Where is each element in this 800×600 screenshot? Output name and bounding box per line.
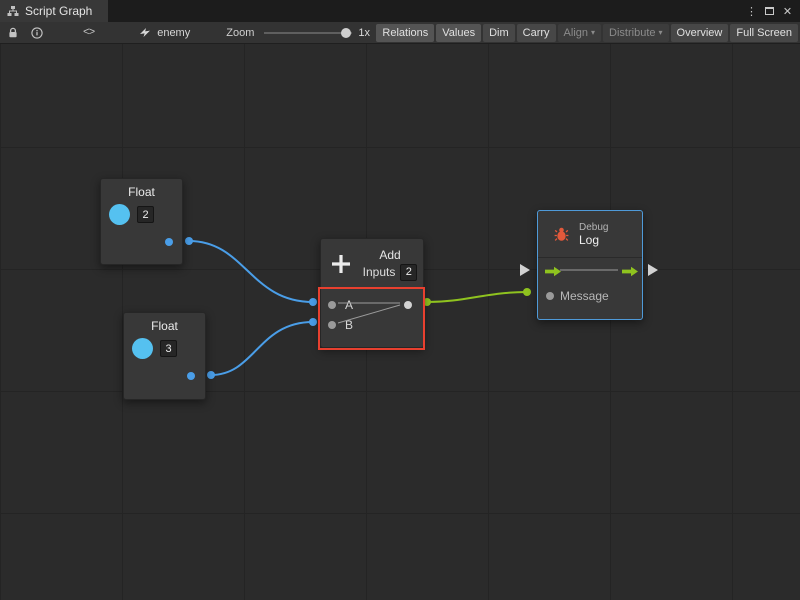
debug-node-header: Debug Log: [538, 211, 642, 257]
toolbar-buttons: Relations Values Dim Carry Align ▾ Distr…: [376, 24, 800, 42]
lock-icon: [7, 27, 19, 39]
inputs-count-field[interactable]: 2: [400, 264, 417, 281]
graph-breadcrumb[interactable]: enemy: [139, 27, 190, 39]
add-node-text: Add Inputs 2: [361, 248, 419, 281]
graph-name: enemy: [157, 27, 190, 39]
tab-script-graph[interactable]: Script Graph: [0, 0, 108, 22]
message-input-port[interactable]: [546, 292, 554, 300]
close-button[interactable]: ✕: [780, 3, 795, 19]
wire-endpoint: [523, 288, 531, 296]
script-graph-icon: [7, 5, 19, 17]
wire-float2-to-add-b[interactable]: [211, 322, 313, 375]
wire-endpoint: [185, 237, 193, 245]
wire-endpoint: [309, 318, 317, 326]
node-title: Float: [124, 313, 205, 333]
node-add[interactable]: Add Inputs 2 A B: [320, 238, 424, 348]
values-button[interactable]: Values: [436, 24, 481, 42]
input-port-a[interactable]: [328, 301, 336, 309]
flow-out-triangle-icon: [648, 264, 658, 276]
wire-endpoint: [207, 371, 215, 379]
debug-node-titles: Debug Log: [579, 222, 608, 247]
node-title: Log: [579, 233, 608, 247]
wire-endpoint: [423, 298, 431, 306]
zoom-slider-handle[interactable]: [341, 28, 351, 38]
node-category: Debug: [579, 222, 608, 233]
flow-in-triangle-icon: [520, 264, 530, 276]
zoom-slider-track[interactable]: [264, 32, 352, 34]
node-title: Float: [101, 179, 182, 199]
relations-button[interactable]: Relations: [376, 24, 434, 42]
dropdown-caret-icon: ▾: [591, 29, 595, 37]
port-b-label: B: [345, 318, 353, 332]
graph-asset-icon: [139, 27, 152, 39]
window-controls: ⋮ ✕: [744, 0, 800, 22]
float-type-icon: [132, 338, 153, 359]
node-debug-log[interactable]: Debug Log Message: [537, 210, 643, 320]
carry-button[interactable]: Carry: [517, 24, 556, 42]
float-literal-row: 3: [124, 333, 205, 359]
output-port[interactable]: [187, 372, 195, 380]
info-icon: [31, 27, 43, 39]
port-row-b: B: [321, 315, 423, 335]
dim-button[interactable]: Dim: [483, 24, 515, 42]
add-node-header: Add Inputs 2: [321, 239, 423, 287]
titlebar: Script Graph ⋮ ✕: [0, 0, 800, 22]
maximize-icon: [765, 7, 774, 15]
lock-button[interactable]: [4, 22, 22, 44]
float-value-field[interactable]: 3: [160, 340, 177, 357]
node-float-1[interactable]: Float 2: [100, 178, 183, 265]
float-value-field[interactable]: 2: [137, 206, 154, 223]
zoom-slider[interactable]: [264, 22, 352, 44]
inputs-row: Inputs 2: [363, 264, 418, 281]
window-menu-button[interactable]: ⋮: [744, 3, 759, 19]
bug-icon: [553, 226, 570, 242]
node-float-2[interactable]: Float 3: [123, 312, 206, 400]
add-node-ports: A B: [321, 287, 423, 347]
wire-float1-to-add-a[interactable]: [189, 241, 313, 302]
distribute-label: Distribute: [609, 27, 655, 39]
edit-script-button[interactable]: <>: [80, 22, 97, 44]
zoom-value: 1x: [358, 27, 370, 39]
align-label: Align: [564, 27, 588, 39]
sum-output-port[interactable]: [404, 301, 412, 309]
fullscreen-button[interactable]: Full Screen: [730, 24, 798, 42]
script-graph-window: Script Graph ⋮ ✕ <> enemy Zoom 1x: [0, 0, 800, 600]
output-port[interactable]: [165, 238, 173, 246]
code-icon: <>: [83, 27, 94, 39]
maximize-button[interactable]: [762, 3, 777, 19]
node-title: Add: [379, 248, 400, 262]
input-port-b[interactable]: [328, 321, 336, 329]
tab-title: Script Graph: [25, 4, 92, 18]
float-type-icon: [109, 204, 130, 225]
float-literal-row: 2: [101, 199, 182, 225]
graph-canvas[interactable]: Float 2 Float 3 Add: [0, 44, 800, 600]
distribute-button[interactable]: Distribute ▾: [603, 24, 668, 42]
message-label: Message: [560, 289, 609, 303]
info-button[interactable]: [28, 22, 46, 44]
zoom-label: Zoom: [226, 27, 254, 39]
graph-toolbar: <> enemy Zoom 1x Relations Values Dim Ca…: [0, 22, 800, 44]
inputs-label: Inputs: [363, 265, 396, 279]
overview-button[interactable]: Overview: [671, 24, 729, 42]
align-button[interactable]: Align ▾: [558, 24, 601, 42]
flow-output-port[interactable]: [622, 266, 639, 277]
plus-icon: [330, 253, 352, 275]
wire-endpoint: [309, 298, 317, 306]
wire-add-to-debug[interactable]: [427, 292, 527, 302]
dropdown-caret-icon: ▾: [659, 29, 663, 37]
flow-input-port[interactable]: [545, 266, 562, 277]
debug-node-body: Message: [538, 257, 642, 318]
port-a-label: A: [345, 298, 353, 312]
